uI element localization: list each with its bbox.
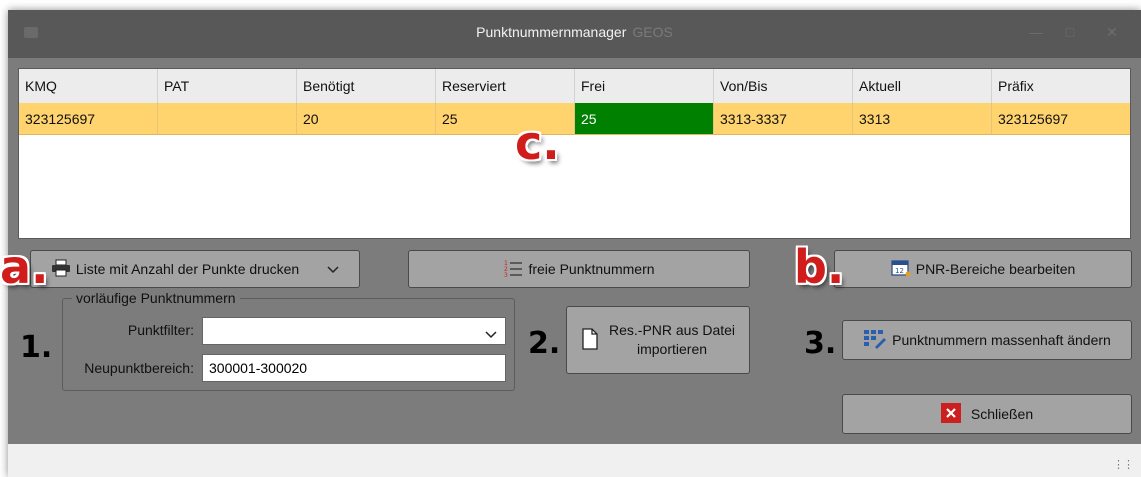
step-3-label: 3. bbox=[804, 326, 837, 361]
column-header-frei[interactable]: Frei bbox=[575, 69, 714, 103]
edit-pnr-ranges-button[interactable]: 12 PNR-Bereiche bearbeiten bbox=[834, 250, 1132, 288]
cell-benoetigt[interactable]: 20 bbox=[297, 103, 436, 134]
group-title: vorläufige Punktnummern bbox=[72, 290, 240, 306]
numbered-list-icon: 1 2 3 bbox=[503, 259, 523, 280]
cell-frei[interactable]: 25 bbox=[575, 103, 714, 134]
print-list-button[interactable]: Liste mit Anzahl der Punkte drucken bbox=[30, 250, 360, 288]
import-label-line1: Res.-PNR aus Datei bbox=[609, 322, 736, 338]
table-row[interactable]: 323125697 20 25 25 3313-3337 3313 323125… bbox=[19, 103, 1130, 135]
step-1-label: 1. bbox=[20, 330, 53, 365]
grid-edit-icon bbox=[863, 329, 887, 352]
close-x-icon bbox=[940, 402, 961, 426]
new-point-range-input[interactable] bbox=[202, 354, 506, 382]
status-bar: ⋮⋮ bbox=[8, 444, 1141, 477]
chevron-down-icon[interactable] bbox=[485, 327, 497, 342]
free-numbers-button[interactable]: 1 2 3 freie Punktnummern bbox=[408, 250, 750, 288]
calendar-edit-icon: 12 bbox=[891, 259, 911, 280]
resize-grip-icon[interactable]: ⋮⋮ bbox=[1113, 458, 1134, 471]
cell-pat[interactable] bbox=[158, 103, 297, 134]
print-list-label: Liste mit Anzahl der Punkte drucken bbox=[75, 261, 300, 277]
annotation-a: a. bbox=[0, 240, 49, 294]
step-2-label: 2. bbox=[528, 326, 561, 361]
point-filter-label: Punktfilter: bbox=[127, 322, 194, 338]
mass-change-button[interactable]: Punktnummern massenhaft ändern bbox=[842, 320, 1132, 360]
svg-text:12: 12 bbox=[895, 267, 904, 275]
window-title-subtitle: GEOS bbox=[632, 24, 673, 40]
cell-praefix[interactable]: 323125697 bbox=[992, 103, 1130, 134]
window-title: Punktnummernmanager GEOS bbox=[8, 24, 1141, 40]
import-label-line2: importieren bbox=[637, 341, 708, 357]
document-icon bbox=[581, 327, 599, 353]
mass-change-label: Punktnummern massenhaft ändern bbox=[892, 332, 1111, 348]
edit-pnr-ranges-label: PNR-Bereiche bearbeiten bbox=[915, 261, 1076, 277]
column-header-kmq[interactable]: KMQ bbox=[19, 69, 158, 103]
point-number-table[interactable]: KMQ PAT Benötigt Reserviert Frei Von/Bis… bbox=[18, 68, 1131, 239]
table-header: KMQ PAT Benötigt Reserviert Frei Von/Bis… bbox=[19, 69, 1130, 104]
printer-icon bbox=[51, 259, 71, 280]
cell-kmq[interactable]: 323125697 bbox=[19, 103, 158, 134]
annotation-b: b. bbox=[794, 240, 845, 294]
new-point-range-label: Neupunktbereich: bbox=[84, 360, 194, 376]
column-header-pat[interactable]: PAT bbox=[158, 69, 297, 103]
import-reserved-pnr-button[interactable]: Res.-PNR aus Datei importieren bbox=[566, 306, 750, 374]
point-filter-select[interactable] bbox=[202, 317, 506, 345]
window-title-text: Punktnummernmanager bbox=[476, 24, 627, 40]
free-numbers-label: freie Punktnummern bbox=[528, 261, 655, 277]
cell-von-bis[interactable]: 3313-3337 bbox=[714, 103, 853, 134]
minimize-icon[interactable]: — bbox=[1026, 24, 1046, 42]
column-header-von-bis[interactable]: Von/Bis bbox=[714, 69, 853, 103]
close-icon[interactable]: ✕ bbox=[1102, 24, 1122, 42]
close-button[interactable]: Schließen bbox=[842, 394, 1132, 434]
chevron-down-icon[interactable] bbox=[327, 261, 339, 277]
column-header-benoetigt[interactable]: Benötigt bbox=[297, 69, 436, 103]
annotation-c: c. bbox=[515, 116, 560, 170]
cell-aktuell[interactable]: 3313 bbox=[853, 103, 992, 134]
svg-text:3: 3 bbox=[504, 272, 508, 277]
title-bar: Punktnummernmanager GEOS — □ ✕ bbox=[8, 10, 1141, 58]
close-label: Schließen bbox=[970, 406, 1034, 422]
punktnummernmanager-window: Punktnummernmanager GEOS — □ ✕ KMQ PAT Be… bbox=[0, 10, 1141, 477]
column-header-reserviert[interactable]: Reserviert bbox=[436, 69, 575, 103]
import-label: Res.-PNR aus Datei importieren bbox=[609, 321, 735, 359]
maximize-icon[interactable]: □ bbox=[1060, 24, 1080, 42]
column-header-praefix[interactable]: Präfix bbox=[992, 69, 1130, 103]
column-header-aktuell[interactable]: Aktuell bbox=[853, 69, 992, 103]
